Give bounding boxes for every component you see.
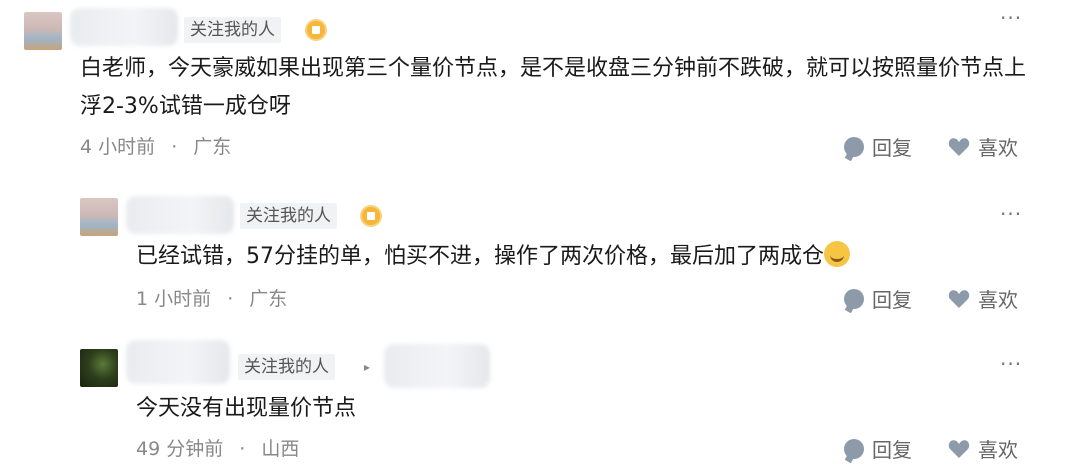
comment-text: 已经试错，57分挂的单，怕买不进，操作了两次价格，最后加了两成仓 xyxy=(136,238,1036,276)
timestamp: 1 小时前 xyxy=(136,288,212,310)
fan-badge-icon xyxy=(305,19,327,41)
location: 广东 xyxy=(249,288,288,310)
timestamp: 4 小时前 xyxy=(80,136,156,158)
reply-icon xyxy=(844,136,864,157)
comment-2: 关注我的人 ··· 已经试错，57分挂的单，怕买不进，操作了两次价格，最后加了两… xyxy=(0,170,1080,320)
reply-label: 回复 xyxy=(872,438,912,462)
heart-icon xyxy=(948,137,970,157)
like-button[interactable]: 喜欢 xyxy=(948,434,1018,463)
like-button[interactable]: 喜欢 xyxy=(948,284,1018,313)
avatar[interactable] xyxy=(80,198,118,236)
reply-button[interactable]: 回复 xyxy=(844,132,912,161)
more-icon[interactable]: ··· xyxy=(1000,352,1022,376)
caret-right-icon: ▸ xyxy=(364,360,371,374)
follow-tag: 关注我的人 xyxy=(184,17,281,43)
timestamp: 49 分钟前 xyxy=(136,438,224,460)
username-blurred[interactable] xyxy=(126,196,234,234)
reply-label: 回复 xyxy=(872,288,912,312)
reply-button[interactable]: 回复 xyxy=(844,284,912,313)
comment-meta: 1 小时前 · 广东 xyxy=(136,284,287,311)
username-blurred[interactable] xyxy=(126,340,230,384)
separator-dot: · xyxy=(227,288,234,310)
separator-dot: · xyxy=(171,136,178,158)
avatar[interactable] xyxy=(80,349,118,387)
comment-1: 关注我的人 ··· 白老师，今天豪威如果出现第三个量价节点，是不是收盘三分钟前不… xyxy=(0,0,1080,170)
username-blurred[interactable] xyxy=(70,8,178,46)
like-label: 喜欢 xyxy=(978,136,1018,160)
comment-text: 今天没有出现量价节点 xyxy=(136,396,357,421)
comment-meta: 49 分钟前 · 山西 xyxy=(136,434,299,461)
fan-badge-icon xyxy=(360,205,382,227)
follow-tag: 关注我的人 xyxy=(238,354,335,380)
comment-text-body: 已经试错，57分挂的单，怕买不进，操作了两次价格，最后加了两成仓 xyxy=(136,244,824,269)
laughing-emoji-icon xyxy=(824,241,850,267)
like-button[interactable]: 喜欢 xyxy=(948,132,1018,161)
like-label: 喜欢 xyxy=(978,438,1018,462)
follow-tag: 关注我的人 xyxy=(240,203,337,229)
comment-text: 白老师，今天豪威如果出现第三个量价节点，是不是收盘三分钟前不跌破，就可以按照量价… xyxy=(80,56,1027,119)
reply-target-blurred[interactable] xyxy=(384,344,490,388)
reply-icon xyxy=(844,438,864,459)
separator-dot: · xyxy=(239,438,246,460)
more-icon[interactable]: ··· xyxy=(1000,6,1022,30)
heart-icon xyxy=(948,289,970,309)
location: 广东 xyxy=(193,136,232,158)
comment-3: 关注我的人 ▸ ··· 今天没有出现量价节点 49 分钟前 · 山西 回复 喜欢 xyxy=(0,320,1080,464)
comment-meta: 4 小时前 · 广东 xyxy=(80,132,231,159)
reply-button[interactable]: 回复 xyxy=(844,434,912,463)
reply-label: 回复 xyxy=(872,136,912,160)
location: 山西 xyxy=(261,438,300,460)
more-icon[interactable]: ··· xyxy=(1000,202,1022,226)
like-label: 喜欢 xyxy=(978,288,1018,312)
avatar[interactable] xyxy=(24,12,62,50)
heart-icon xyxy=(948,439,970,459)
reply-icon xyxy=(844,288,864,309)
